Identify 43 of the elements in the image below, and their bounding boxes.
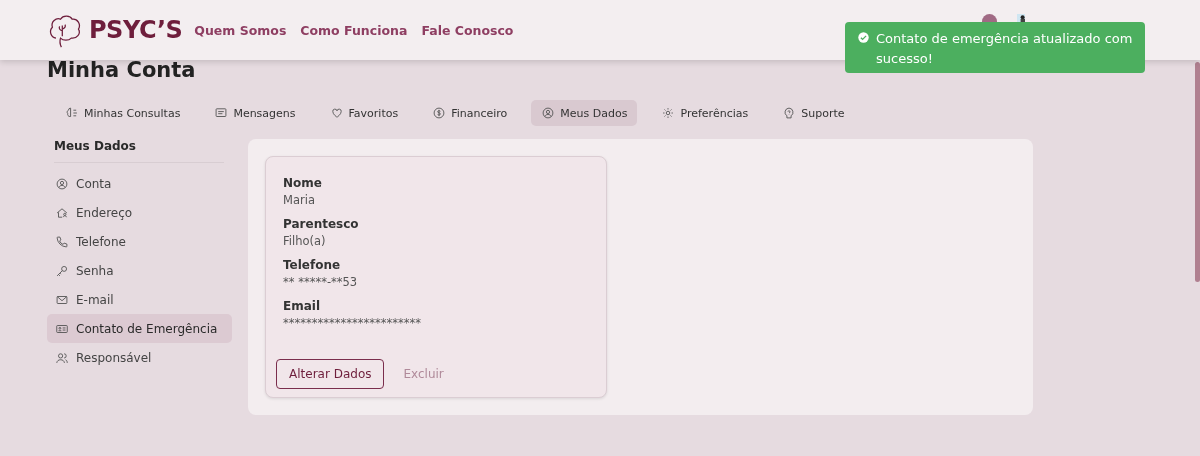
user-icon — [55, 176, 69, 191]
field-value: Maria — [283, 192, 316, 209]
account-tab[interactable]: Financeiro — [422, 100, 518, 126]
heart-icon — [329, 106, 344, 120]
account-tab[interactable]: Favoritos — [319, 100, 409, 126]
sidebar-title: Meus Dados — [54, 139, 224, 163]
help-icon — [782, 106, 797, 120]
check-circle-icon — [857, 31, 870, 44]
sidebar-item[interactable]: E-mail — [47, 285, 232, 314]
phone-icon — [55, 234, 69, 249]
notification-badge — [982, 14, 997, 22]
scrollbar[interactable] — [1195, 62, 1200, 282]
account-tab[interactable]: Suporte — [772, 100, 855, 126]
field-label: Nome — [283, 175, 323, 192]
field-value: ** *****-**53 — [283, 274, 359, 291]
field-label: Parentesco — [283, 216, 360, 233]
message-icon — [214, 106, 229, 120]
toast-message: Contato de emergência atualizado com sucesso! — [876, 30, 1133, 68]
user-icon — [541, 106, 556, 120]
account-tab[interactable]: Minhas Consultas — [55, 100, 191, 126]
field-value: ************************ — [283, 315, 422, 332]
field-label: Telefone — [283, 257, 342, 274]
account-tab[interactable]: Mensagens — [204, 100, 306, 126]
nav-link[interactable]: Fale Conosco — [421, 22, 514, 38]
sidebar-item[interactable]: Endereço — [47, 198, 232, 227]
users-icon — [55, 350, 69, 365]
brand-name[interactable]: PSYC’S — [89, 16, 183, 44]
field-value: Filho(a) — [283, 233, 327, 250]
sidebar-item[interactable]: Responsável — [47, 343, 232, 372]
account-tab[interactable]: Meus Dados — [531, 100, 638, 126]
sidebar-item[interactable]: Telefone — [47, 227, 232, 256]
page-title: Minha Conta — [47, 57, 196, 84]
home-icon — [55, 205, 69, 220]
sidebar-item[interactable]: Contato de Emergência — [47, 314, 232, 343]
sidebar-item[interactable]: Conta — [47, 169, 232, 198]
sidebar-item[interactable]: Senha — [47, 256, 232, 285]
field-label: Email — [283, 298, 322, 315]
nav-link[interactable]: Como Funciona — [300, 22, 408, 38]
edit-button[interactable]: Alterar Dados — [276, 359, 385, 389]
nav-link[interactable]: Quem Somos — [194, 22, 287, 38]
dollar-icon — [432, 106, 447, 120]
account-tab[interactable]: Preferências — [651, 100, 759, 126]
key-icon — [55, 263, 69, 278]
